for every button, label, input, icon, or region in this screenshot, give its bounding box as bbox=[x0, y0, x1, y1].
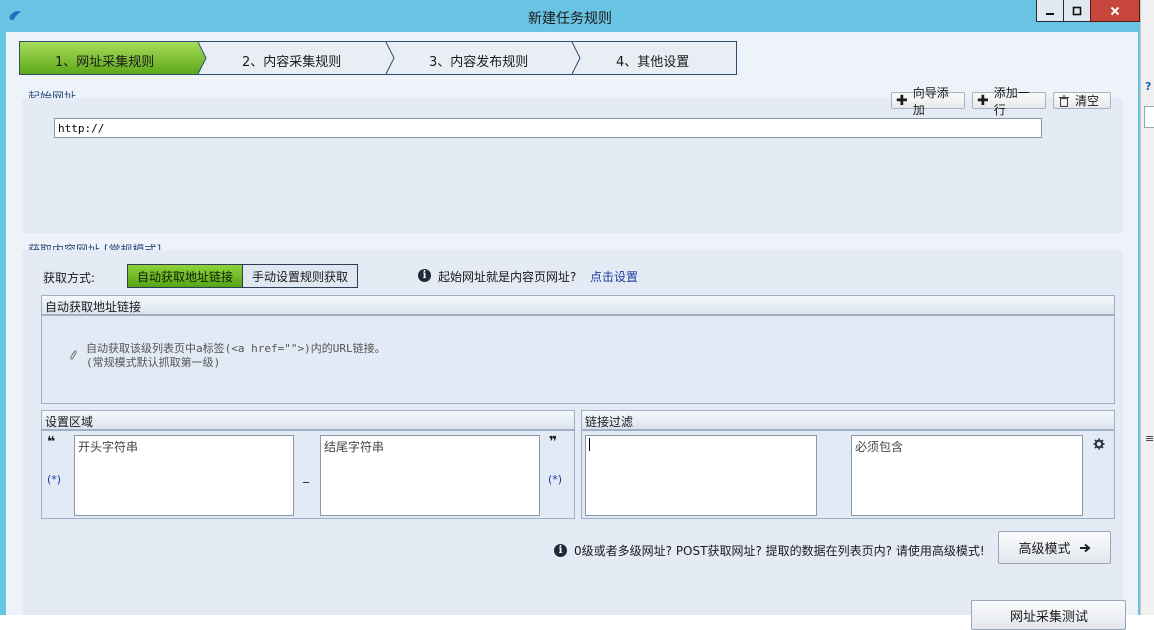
close-button[interactable] bbox=[1090, 0, 1140, 22]
url-collect-test-button[interactable]: 网址采集测试 bbox=[971, 600, 1126, 630]
plus-icon: ✚ bbox=[896, 92, 908, 109]
auto-fetch-button[interactable]: 自动获取地址链接 bbox=[128, 265, 244, 287]
click-settings-link[interactable]: 点击设置 bbox=[590, 268, 638, 285]
manual-rule-button[interactable]: 手动设置规则获取 bbox=[243, 265, 358, 287]
method-label: 获取方式: bbox=[43, 271, 96, 285]
dialog-client: 1、网址采集规则 2、内容采集规则 3、内容发布规则 4、其他设置 起始网址 ✚… bbox=[6, 32, 1138, 630]
close-icon bbox=[1110, 6, 1120, 15]
advanced-mode-label: 高级模式 bbox=[1018, 542, 1071, 557]
title-bar[interactable]: 新建任务规则 bbox=[0, 0, 1140, 32]
background-app-edge: ? ≡ bbox=[1140, 0, 1154, 615]
step-3-divider bbox=[385, 42, 395, 74]
auto-fetch-default-note: (常规模式默认抓取第一级) bbox=[86, 356, 221, 369]
info-icon: i bbox=[554, 544, 567, 557]
url-collect-test-label: 网址采集测试 bbox=[1010, 609, 1089, 625]
setting-area-header: 设置区域 bbox=[41, 410, 575, 430]
start-url-input[interactable] bbox=[54, 118, 1042, 138]
step-4-tab[interactable]: 4、其他设置 bbox=[616, 51, 689, 70]
clear-button[interactable]: 清空 bbox=[1053, 92, 1111, 109]
wizard-add-label: 向导添加 bbox=[912, 85, 949, 117]
maximize-button[interactable] bbox=[1063, 0, 1091, 22]
link-filter-header: 链接过滤 bbox=[581, 410, 1115, 430]
setting-area-box: ❝ (*) 开头字符串 _ 结尾字符串 ❞ (*) bbox=[41, 430, 575, 519]
start-url-panel: ✚ 向导添加 ✚ 添加一行 清空 bbox=[22, 86, 1123, 233]
info-icon: i bbox=[418, 269, 431, 282]
step-4-divider bbox=[571, 42, 581, 74]
add-row-label: 添加一行 bbox=[993, 85, 1030, 117]
step-2-tab[interactable]: 2、内容采集规则 bbox=[242, 51, 341, 70]
wizard-add-button[interactable]: ✚ 向导添加 bbox=[891, 86, 965, 117]
dialog-window: 新建任务规则 1、网址采集规则 2、内容采集规则 3、内容发布规则 4、其他设置… bbox=[0, 0, 1140, 630]
start-is-content-hint: 起始网址就是内容页网址? bbox=[438, 270, 577, 284]
separator-dash: _ bbox=[303, 469, 309, 483]
minimize-icon bbox=[1046, 12, 1054, 15]
start-string-input[interactable]: 开头字符串 bbox=[74, 435, 294, 516]
arrow-right-icon bbox=[1079, 543, 1091, 552]
clear-label: 清空 bbox=[1075, 94, 1100, 108]
minimize-button[interactable] bbox=[1036, 0, 1064, 22]
auto-fetch-box: 自动获取该级列表页中a标签(<a href="">)内的URL链接。 (常规模式… bbox=[41, 315, 1115, 404]
end-string-input[interactable]: 结尾字符串 bbox=[320, 435, 540, 516]
auto-fetch-box-header: 自动获取地址链接 bbox=[41, 295, 1115, 315]
gear-icon[interactable] bbox=[1093, 438, 1105, 450]
background-input bbox=[1144, 106, 1154, 128]
close-quote-icon[interactable]: ❞ bbox=[549, 434, 557, 450]
must-not-contain-input[interactable] bbox=[585, 435, 817, 516]
must-contain-input[interactable]: 必须包含 bbox=[851, 435, 1083, 516]
maximize-icon bbox=[1072, 6, 1082, 15]
advanced-mode-hint: 0级或者多级网址? POST获取网址? 提取的数据在列表页内? 请使用高级模式! bbox=[574, 544, 985, 558]
open-quote-icon[interactable]: ❝ bbox=[47, 434, 55, 450]
link-filter-box: 必须包含 bbox=[581, 430, 1115, 519]
wizard-steps: 1、网址采集规则 2、内容采集规则 3、内容发布规则 4、其他设置 bbox=[19, 41, 737, 75]
text-caret bbox=[589, 438, 590, 451]
start-wildcard-button[interactable]: (*) bbox=[47, 473, 61, 486]
help-icon[interactable]: ? bbox=[1145, 80, 1154, 93]
step-3-tab[interactable]: 3、内容发布规则 bbox=[429, 51, 528, 70]
menu-icon[interactable]: ≡ bbox=[1145, 432, 1154, 445]
plus-icon: ✚ bbox=[977, 92, 989, 109]
advanced-mode-button[interactable]: 高级模式 bbox=[998, 531, 1111, 564]
add-row-button[interactable]: ✚ 添加一行 bbox=[972, 86, 1046, 117]
trash-icon bbox=[1059, 95, 1069, 107]
step-1-tab[interactable]: 1、网址采集规则 bbox=[55, 51, 154, 70]
method-toggle: 自动获取地址链接 手动设置规则获取 bbox=[127, 264, 359, 288]
window-title: 新建任务规则 bbox=[528, 11, 612, 27]
paperclip-icon bbox=[70, 350, 77, 360]
end-wildcard-button[interactable]: (*) bbox=[548, 473, 562, 486]
